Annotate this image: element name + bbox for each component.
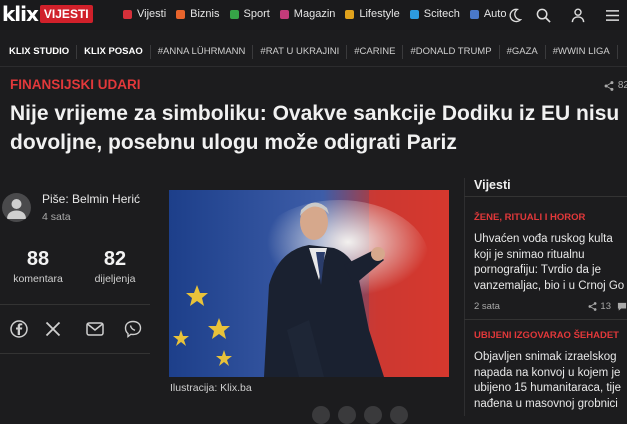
rail-item-share-count: 13	[600, 301, 611, 312]
tag-link[interactable]: #RAT U UKRAJINI	[253, 45, 348, 59]
rail-title[interactable]: Vijesti	[464, 178, 627, 192]
category-color-dot	[229, 9, 239, 19]
shares-stat: 82 dijeljenja	[80, 248, 150, 285]
user-icon[interactable]	[569, 6, 587, 24]
shares-label: dijeljenja	[94, 273, 136, 285]
nav-link[interactable]: KLIX POSAO	[77, 45, 151, 59]
comment-icon	[617, 302, 627, 311]
facebook-icon[interactable]	[9, 319, 29, 339]
viber-icon[interactable]	[123, 319, 143, 339]
category-label: Lifestyle	[359, 8, 400, 20]
category-color-dot	[345, 9, 355, 19]
rail-title-underline	[464, 196, 627, 197]
tag-link[interactable]: #CARINE	[347, 45, 404, 59]
bottom-actions	[312, 406, 408, 424]
category-label: Auto	[483, 8, 507, 20]
rail-item-divider	[464, 319, 627, 320]
category-link-biznis[interactable]: Biznis	[176, 8, 220, 20]
rail-item-shares: 13	[588, 301, 627, 312]
category-color-dot	[279, 9, 289, 19]
rail-item-meta: 2 sata 13	[474, 301, 627, 312]
category-link-magazin[interactable]: Magazin	[279, 8, 336, 20]
article-kicker[interactable]: FINANSIJSKI UDARI	[10, 77, 141, 92]
logo-text: klix	[2, 2, 39, 26]
category-label: Biznis	[190, 8, 220, 20]
rail-item-title-line[interactable]: Objavljen snimak izraelskog	[474, 350, 627, 366]
tag-link[interactable]: #GAZA	[500, 45, 546, 59]
site-logo[interactable]: klix VIJESTI	[2, 4, 93, 24]
menu-icon[interactable]	[603, 6, 621, 24]
category-link-sport[interactable]: Sport	[229, 8, 270, 20]
x-twitter-icon[interactable]	[43, 319, 63, 339]
rail-item-title-line[interactable]: nađena u masovnoj grobnici	[474, 397, 627, 413]
rail-item-kicker[interactable]: ŽENE, RITUALI I HOROR	[474, 212, 585, 223]
category-color-dot	[123, 9, 132, 19]
rail-item-time: 2 sata	[474, 301, 500, 312]
image-caption: Ilustracija: Klix.ba	[170, 382, 252, 394]
rail-item-kicker[interactable]: UBIJENI IZGOVARAO ŠEHADET	[474, 330, 619, 341]
top-navbar: klix VIJESTI Vijesti Biznis Sport Magazin Li…	[0, 0, 627, 30]
category-link-lifestyle[interactable]: Lifestyle	[345, 8, 400, 20]
avatar[interactable]	[2, 193, 31, 222]
category-nav: Vijesti Biznis Sport Magazin Lifestyle Scitec…	[123, 8, 516, 20]
rail-item-title-line[interactable]: koji je snimao ritualnu	[474, 248, 627, 264]
rail-item-title-line[interactable]: pornografiju: Tvrdio da je	[474, 263, 627, 279]
moon-icon[interactable]	[505, 6, 523, 24]
article-title: Nije vrijeme za simboliku: Ovakve sankci…	[10, 102, 620, 154]
rail-item-title-line[interactable]: ubijeno 15 humanitaraca, tije	[474, 381, 627, 397]
publish-time: 4 sata	[42, 211, 71, 223]
comments-stat[interactable]: 88 komentara	[3, 248, 73, 285]
shares-count: 82	[103, 248, 127, 270]
category-label: Magazin	[293, 8, 336, 20]
action-circle[interactable]	[364, 406, 382, 424]
tag-link[interactable]: #DONALD TRUMP	[403, 45, 500, 59]
action-circle[interactable]	[312, 406, 330, 424]
category-link-auto[interactable]: Auto	[469, 8, 507, 20]
tag-bar: KLIX STUDIO KLIX POSAO #ANNA LÜHRMANN #RAT …	[0, 41, 627, 63]
tagbar-divider	[0, 66, 627, 67]
category-label: Scitech	[423, 8, 460, 20]
share-icon	[604, 80, 614, 91]
category-color-dot	[469, 9, 479, 19]
divider	[0, 304, 150, 305]
share-count: 82	[617, 80, 627, 91]
category-color-dot	[176, 9, 186, 19]
rail-divider	[464, 178, 465, 416]
category-label: Sport	[243, 8, 270, 20]
divider	[0, 353, 150, 354]
tag-link[interactable]: #WWIN LIGA	[546, 45, 618, 59]
rail-item-title-line[interactable]: vanzemaljac, bio i u Crnoj Go	[474, 279, 627, 295]
comments-count: 88	[26, 248, 50, 270]
action-circle[interactable]	[390, 406, 408, 424]
rail-item-title-line[interactable]: Uhvaćen vođa ruskog kulta	[474, 232, 627, 248]
category-label: Vijesti	[137, 8, 167, 20]
share-icon	[588, 302, 597, 311]
comments-label: komentara	[13, 273, 63, 285]
article-image[interactable]	[169, 190, 449, 377]
rail-item-title-line[interactable]: napada na konvoj u kojem je	[474, 366, 627, 382]
category-link-vijesti[interactable]: Vijesti	[123, 8, 166, 20]
email-icon[interactable]	[85, 319, 105, 339]
news-rail: Vijesti ŽENE, RITUALI I HOROR Uhvaćen vo…	[464, 178, 627, 410]
share-counter-top[interactable]: 82	[604, 80, 627, 91]
category-link-scitech[interactable]: Scitech	[409, 8, 460, 20]
search-icon[interactable]	[534, 6, 552, 24]
action-circle[interactable]	[338, 406, 356, 424]
logo-badge: VIJESTI	[39, 5, 93, 23]
tag-link[interactable]: #ANNA LÜHRMANN	[151, 45, 254, 59]
nav-link[interactable]: KLIX STUDIO	[0, 45, 78, 59]
author-name[interactable]: Piše: Belmin Herić	[42, 192, 140, 206]
category-color-dot	[409, 9, 419, 19]
